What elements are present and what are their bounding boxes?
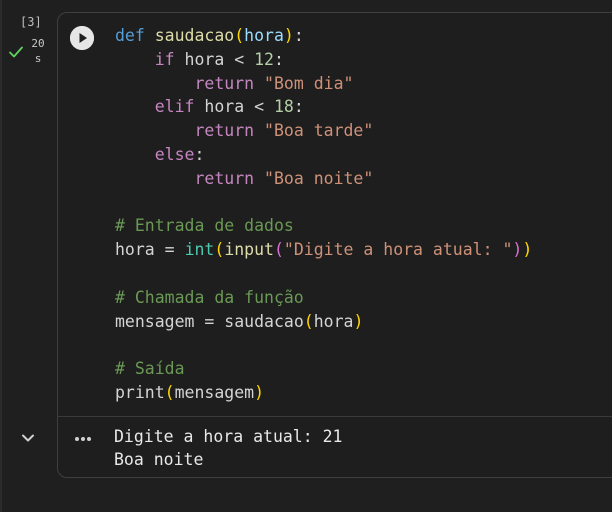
code-line: # Saída [115, 357, 532, 381]
code-token: : [194, 144, 205, 164]
code-line: return "Boa noite" [115, 167, 532, 191]
code-token: # Saída [115, 359, 185, 379]
code-token: ) [283, 26, 294, 45]
code-token: # Chamada da função [115, 287, 304, 307]
code-line: ​ [115, 262, 532, 286]
code-token: mensagem [174, 382, 255, 402]
code-token: = [154, 240, 185, 260]
code-token: saudacao [224, 311, 304, 331]
code-line: # Entrada de dados [115, 214, 532, 238]
code-token: : [273, 49, 284, 69]
code-token: ) [512, 240, 523, 260]
check-icon [9, 46, 23, 58]
code-token: hora [115, 240, 155, 260]
code-token: hora [244, 26, 284, 45]
code-line: return "Bom dia" [115, 72, 532, 96]
output-line: Digite a hora atual: 21 [114, 427, 343, 446]
code-token: ( [234, 26, 245, 45]
notebook-page: [3] 20 s def saudacao(hora): if hora < 1… [0, 0, 612, 512]
code-token: hora [174, 49, 235, 69]
code-line: # Chamada da função [115, 286, 532, 310]
output-line: Boa noite [114, 449, 204, 469]
duration-unit: s [34, 52, 42, 65]
code-token: # Entrada de dados [115, 216, 294, 236]
code-token: saudacao [154, 26, 235, 45]
code-line: ​ [115, 191, 532, 215]
code-token: 12 [254, 49, 274, 69]
code-token: ( [273, 240, 284, 260]
code-token: elif [154, 97, 195, 117]
code-token: print [115, 382, 165, 402]
cell-output: Digite a hora atual: 21 Boa noite [114, 426, 342, 471]
code-token: ( [303, 311, 314, 331]
code-token: ) [522, 240, 533, 260]
code-token: = [194, 311, 225, 331]
code-token: 18 [273, 97, 294, 117]
code-token: "Boa tarde" [264, 121, 374, 141]
cell-gutter-line [0, 0, 2, 512]
code-editor[interactable]: def saudacao(hora): if hora < 12: return… [115, 24, 532, 405]
code-token: return [194, 73, 255, 93]
code-line: else: [115, 143, 532, 167]
duration-value: 20 [31, 37, 45, 50]
chevron-down-icon[interactable] [21, 431, 35, 445]
code-line: print(mensagem) [115, 381, 532, 405]
output-divider [58, 416, 612, 417]
code-token: "Bom dia" [264, 73, 354, 93]
code-token: : [293, 26, 304, 45]
code-token: input [224, 240, 274, 260]
code-token: return [194, 121, 255, 141]
more-horizontal-icon[interactable] [74, 436, 92, 442]
code-token: if [154, 49, 175, 69]
code-token: else [154, 144, 195, 164]
code-token: hora [194, 97, 255, 117]
code-line: hora = int(input("Digite a hora atual: "… [115, 238, 532, 262]
execution-duration: 20 s [28, 36, 48, 66]
code-token: "Digite a hora atual: " [283, 240, 513, 260]
code-token: : [293, 97, 304, 117]
code-token: ( [164, 382, 175, 402]
code-token: hora [313, 311, 354, 331]
code-token: def [115, 26, 145, 45]
code-line: return "Boa tarde" [115, 119, 532, 143]
code-token: "Boa noite" [264, 168, 374, 188]
code-line: ​ [115, 333, 532, 357]
code-token: < [254, 97, 265, 117]
run-cell-button[interactable] [70, 26, 94, 50]
code-token: int [184, 240, 215, 260]
execution-count: [3] [20, 15, 42, 29]
play-circle-icon [70, 26, 94, 50]
code-line: def saudacao(hora): [115, 24, 532, 48]
code-token: return [194, 168, 255, 188]
code-token: ) [254, 382, 265, 402]
code-token: ) [353, 311, 364, 331]
code-token: ( [214, 240, 225, 260]
code-token: mensagem [115, 311, 195, 331]
code-line: mensagem = saudacao(hora) [115, 310, 532, 334]
code-line: elif hora < 18: [115, 95, 532, 119]
code-line: if hora < 12: [115, 48, 532, 72]
code-token: < [234, 49, 245, 69]
